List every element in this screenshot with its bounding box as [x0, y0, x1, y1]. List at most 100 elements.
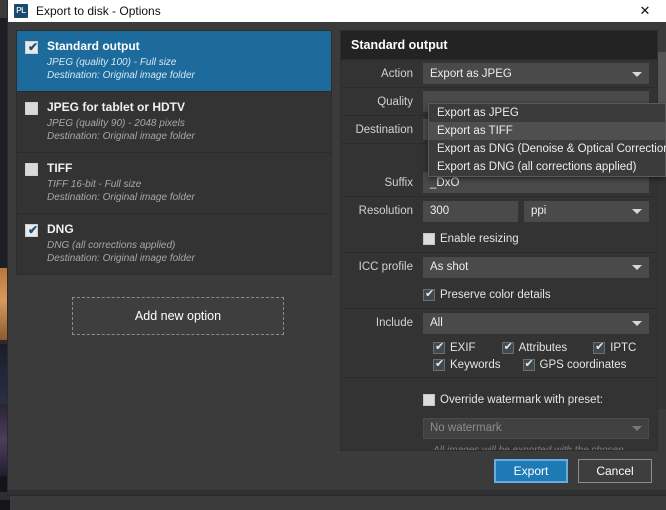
- watermark-note: All images will be exported with the cho…: [341, 442, 657, 451]
- export-option-destination: Destination: Original image folder: [47, 191, 321, 204]
- suffix-label: Suffix: [341, 177, 423, 189]
- right-pane: Standard output Action Export as JPEG Qu…: [340, 22, 666, 451]
- icc-profile-label: ICC profile: [341, 261, 423, 273]
- export-option-row-dng[interactable]: ✔ DNG DNG (all corrections applied) Dest…: [17, 214, 331, 274]
- chevron-down-icon: [632, 209, 642, 214]
- resolution-label: Resolution: [341, 205, 423, 217]
- resolution-value: 300: [430, 205, 449, 217]
- include-metadata-checks-row-2: Keywords GPS coordinates: [341, 359, 657, 371]
- gps-coordinates-label: GPS coordinates: [540, 359, 627, 371]
- enable-resizing-label: Enable resizing: [440, 233, 519, 245]
- preserve-color-details-checkbox[interactable]: Preserve color details: [423, 289, 551, 301]
- export-option-checkbox[interactable]: [25, 163, 38, 176]
- preserve-color-details-label: Preserve color details: [440, 289, 551, 301]
- export-option-format: JPEG (quality 90) - 2048 pixels: [47, 117, 321, 130]
- dropdown-item-export-as-jpeg[interactable]: Export as JPEG: [429, 104, 665, 122]
- chevron-down-icon: [632, 321, 642, 326]
- override-watermark-label: Override watermark with preset:: [440, 394, 603, 406]
- resolution-row: Resolution 300 ppi: [341, 197, 657, 225]
- export-option-row-standard-output[interactable]: ✔ Standard output JPEG (quality 100) - F…: [17, 31, 331, 92]
- export-option-title: JPEG for tablet or HDTV: [47, 100, 321, 114]
- exif-label: EXIF: [450, 342, 476, 354]
- cancel-button[interactable]: Cancel: [578, 459, 652, 483]
- attributes-label: Attributes: [519, 342, 568, 354]
- include-label: Include: [341, 317, 423, 329]
- resolution-input[interactable]: 300: [423, 201, 518, 222]
- icc-profile-row: ICC profile As shot: [341, 253, 657, 281]
- action-select-value: Export as JPEG: [430, 68, 512, 80]
- action-row: Action Export as JPEG: [341, 60, 657, 88]
- enable-resizing-row: Enable resizing: [341, 225, 657, 253]
- export-option-destination: Destination: Original image folder: [47, 69, 321, 82]
- export-option-list: ✔ Standard output JPEG (quality 100) - F…: [16, 30, 332, 275]
- iptc-label: IPTC: [610, 342, 636, 354]
- keywords-label: Keywords: [450, 359, 501, 371]
- export-option-format: DNG (all corrections applied): [47, 239, 321, 252]
- close-icon[interactable]: ✕: [624, 0, 666, 22]
- checkbox-box: [433, 359, 445, 371]
- destination-label: Destination: [341, 124, 423, 136]
- export-options-dialog: PL Export to disk - Options ✕ ✔ Standard…: [8, 0, 666, 495]
- include-row: Include All: [341, 309, 657, 337]
- watermark-note-line-1: All images will be exported with the cho…: [433, 444, 645, 451]
- action-dropdown-menu[interactable]: Export as JPEG Export as TIFF Export as …: [428, 103, 666, 177]
- include-value: All: [430, 317, 443, 329]
- export-button[interactable]: Export: [494, 459, 568, 483]
- add-new-option-button[interactable]: Add new option: [72, 297, 284, 335]
- left-pane: ✔ Standard output JPEG (quality 100) - F…: [8, 22, 340, 451]
- chevron-down-icon: [632, 72, 642, 77]
- export-option-row-tiff[interactable]: TIFF TIFF 16-bit - Full size Destination…: [17, 153, 331, 214]
- checkbox-box: [523, 359, 535, 371]
- icc-profile-select[interactable]: As shot: [423, 257, 649, 278]
- watermark-preset-select[interactable]: No watermark: [423, 418, 649, 439]
- watermark-preset-row: No watermark: [341, 414, 657, 442]
- include-select[interactable]: All: [423, 313, 649, 334]
- exif-checkbox[interactable]: EXIF: [433, 342, 476, 354]
- dialog-body: ✔ Standard output JPEG (quality 100) - F…: [8, 22, 666, 451]
- standard-output-settings-panel: Standard output Action Export as JPEG Qu…: [340, 30, 658, 451]
- chevron-down-icon: [632, 265, 642, 270]
- checkbox-box: [423, 394, 435, 406]
- override-watermark-row: Override watermark with preset:: [341, 386, 657, 414]
- resolution-unit-value: ppi: [531, 205, 546, 217]
- title-bar: PL Export to disk - Options ✕: [8, 0, 666, 22]
- export-option-checkbox[interactable]: [25, 102, 38, 115]
- export-option-title: DNG: [47, 222, 321, 236]
- override-watermark-checkbox[interactable]: Override watermark with preset:: [423, 394, 603, 406]
- export-option-checkbox[interactable]: ✔: [25, 41, 38, 54]
- quality-label: Quality: [341, 96, 423, 108]
- chevron-down-icon: [632, 426, 642, 431]
- export-option-title: TIFF: [47, 161, 321, 175]
- dropdown-item-export-as-tiff[interactable]: Export as TIFF: [429, 122, 665, 140]
- gps-coordinates-checkbox[interactable]: GPS coordinates: [523, 359, 627, 371]
- panel-title: Standard output: [341, 31, 657, 60]
- dialog-bottom-edge: [8, 490, 666, 495]
- checkbox-box: [502, 342, 514, 354]
- iptc-checkbox[interactable]: IPTC: [593, 342, 636, 354]
- export-option-format: TIFF 16-bit - Full size: [47, 178, 321, 191]
- dropdown-item-export-as-dng-all-corrections[interactable]: Export as DNG (all corrections applied): [429, 158, 665, 176]
- export-option-destination: Destination: Original image folder: [47, 252, 321, 265]
- dropdown-item-export-as-dng-denoise-optical[interactable]: Export as DNG (Denoise & Optical Correct…: [429, 140, 665, 158]
- dialog-footer: Export Cancel: [8, 451, 666, 495]
- checkbox-box: [593, 342, 605, 354]
- export-option-format: JPEG (quality 100) - Full size: [47, 56, 321, 69]
- window-title: Export to disk - Options: [36, 4, 161, 18]
- export-option-checkbox[interactable]: ✔: [25, 224, 38, 237]
- icc-profile-value: As shot: [430, 261, 468, 273]
- photolab-app-icon: PL: [14, 4, 28, 18]
- action-select[interactable]: Export as JPEG: [423, 63, 649, 84]
- resolution-unit-select[interactable]: ppi: [524, 201, 649, 222]
- keywords-checkbox[interactable]: Keywords: [433, 359, 501, 371]
- export-option-row-jpeg-tablet-hdtv[interactable]: JPEG for tablet or HDTV JPEG (quality 90…: [17, 92, 331, 153]
- export-option-destination: Destination: Original image folder: [47, 130, 321, 143]
- action-label: Action: [341, 68, 423, 80]
- checkbox-box: [423, 233, 435, 245]
- export-option-title: Standard output: [47, 39, 321, 53]
- section-divider: [341, 377, 657, 378]
- checkbox-box: [433, 342, 445, 354]
- include-metadata-checks-row-1: EXIF Attributes IPTC: [341, 342, 657, 354]
- watermark-preset-value: No watermark: [430, 422, 502, 434]
- enable-resizing-checkbox[interactable]: Enable resizing: [423, 233, 519, 245]
- attributes-checkbox[interactable]: Attributes: [502, 342, 568, 354]
